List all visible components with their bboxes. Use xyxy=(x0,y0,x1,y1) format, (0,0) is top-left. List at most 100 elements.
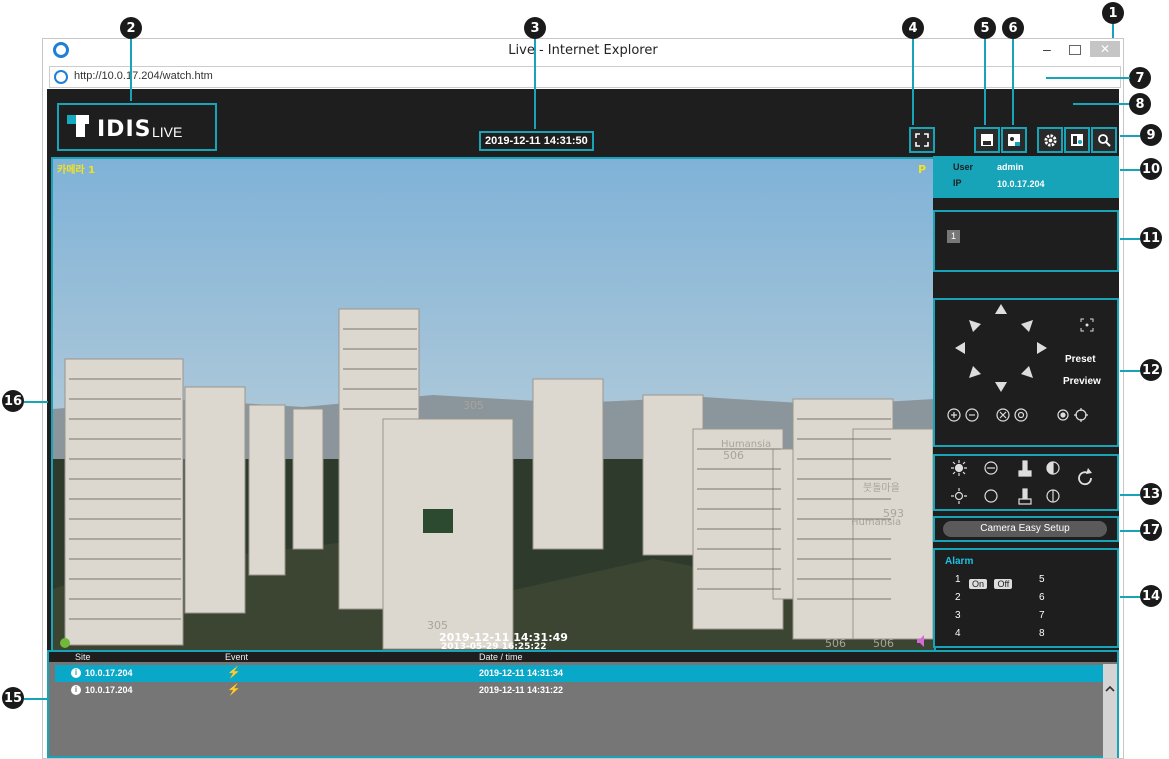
ptz-direction-pad[interactable] xyxy=(943,300,1063,396)
callout-line-6 xyxy=(1012,39,1014,125)
iris-close-icon[interactable] xyxy=(1014,408,1028,422)
save-icon xyxy=(981,134,993,146)
callout-line-7 xyxy=(1046,77,1130,79)
image-adjust-buttons xyxy=(951,460,1092,505)
alarm-2-label: 2 xyxy=(955,592,961,603)
saturation-up-icon[interactable] xyxy=(984,461,998,475)
ptz-zoom-bar xyxy=(947,408,1088,422)
building-sign-1: Humansia xyxy=(721,439,771,450)
preset-button[interactable]: Preset xyxy=(1065,354,1096,365)
callout-line-5 xyxy=(984,39,986,125)
ptz-down-right-arrow[interactable] xyxy=(1021,366,1033,378)
contrast-up-icon[interactable] xyxy=(1046,461,1060,475)
minimize-button[interactable]: – xyxy=(1043,41,1057,57)
fullscreen-icon xyxy=(915,133,929,147)
fullscreen-button[interactable] xyxy=(909,127,935,153)
current-time: 2019-12-11 14:31:50 xyxy=(479,131,594,151)
brightness-up-icon[interactable] xyxy=(951,460,967,476)
callout-17: 17 xyxy=(1140,519,1162,541)
layout-button[interactable] xyxy=(1064,127,1090,153)
user-value: admin xyxy=(997,162,1024,172)
event-row[interactable]: i 10.0.17.204 ⚡ 2019-12-11 14:31:22 xyxy=(55,682,1103,699)
ptz-down-left-arrow[interactable] xyxy=(969,366,981,378)
brightness-down-icon[interactable] xyxy=(951,488,967,504)
callout-5: 5 xyxy=(974,17,996,39)
site-column-header: Site xyxy=(75,652,91,662)
callout-line-15 xyxy=(24,698,48,700)
camera-video-view[interactable]: 305 305 506 593 506 506 Humansia Humansi… xyxy=(51,157,936,653)
save-button[interactable] xyxy=(974,127,1000,153)
snapshot-icon xyxy=(1008,134,1020,146)
user-label: User xyxy=(953,162,974,172)
callout-7: 7 xyxy=(1129,67,1151,89)
ip-label: IP xyxy=(953,178,962,188)
ip-value: 10.0.17.204 xyxy=(997,179,1045,189)
ptz-up-arrow[interactable] xyxy=(995,304,1007,314)
close-button[interactable]: ✕ xyxy=(1090,41,1120,57)
saturation-down-icon[interactable] xyxy=(984,489,998,503)
address-bar[interactable]: http://10.0.17.204/watch.htm xyxy=(49,66,1121,88)
ptz-focus-icon[interactable] xyxy=(1080,318,1094,332)
camera-list-item[interactable]: 1 xyxy=(947,230,960,243)
callout-16: 16 xyxy=(2,390,24,412)
focus-far-icon[interactable] xyxy=(1074,408,1088,422)
callout-1: 1 xyxy=(1102,2,1124,24)
layout-icon xyxy=(1071,134,1083,146)
alarm-7-label: 7 xyxy=(1039,610,1045,621)
callout-8: 8 xyxy=(1129,93,1151,115)
ptz-up-right-arrow[interactable] xyxy=(1021,320,1033,332)
alarm-3-label: 3 xyxy=(955,610,961,621)
ptz-up-left-arrow[interactable] xyxy=(969,320,981,332)
alarm-toggle[interactable]: On Off xyxy=(969,574,1013,592)
alarm-panel: Alarm 1 2 3 4 On Off 5 6 7 8 xyxy=(933,548,1119,648)
sharpness-down-icon[interactable] xyxy=(1018,488,1032,505)
callout-line-11 xyxy=(1120,238,1140,240)
event-date: 2019-12-11 14:31:22 xyxy=(479,685,564,695)
alarm-4-label: 4 xyxy=(955,628,961,639)
callout-13: 13 xyxy=(1140,483,1162,505)
camera-scene-image: 305 305 506 593 506 506 Humansia Humansi… xyxy=(53,159,934,652)
callout-3: 3 xyxy=(524,17,546,39)
building-sign-2: Humansia xyxy=(851,517,901,528)
ptz-right-arrow[interactable] xyxy=(1037,342,1047,354)
ptz-down-arrow[interactable] xyxy=(995,382,1007,392)
app-toolbar: IDIS LIVE 2019-12-11 14:31:50 xyxy=(47,89,1119,153)
refresh-icon[interactable] xyxy=(1078,468,1092,486)
event-site: 10.0.17.204 xyxy=(85,685,133,695)
date-column-header: Date / time xyxy=(479,652,523,662)
address-url[interactable]: http://10.0.17.204/watch.htm xyxy=(74,70,213,82)
ptz-left-arrow[interactable] xyxy=(955,342,965,354)
title-bar: Live - Internet Explorer – ✕ xyxy=(43,39,1123,63)
callout-line-14 xyxy=(1120,596,1140,598)
browser-window: Live - Internet Explorer – ✕ http://10.0… xyxy=(42,38,1124,759)
settings-button[interactable] xyxy=(1037,127,1063,153)
alarm-on-button[interactable]: On xyxy=(969,579,988,589)
camera-easy-setup-button[interactable]: Camera Easy Setup xyxy=(943,521,1107,537)
callout-line-12 xyxy=(1120,370,1140,372)
scroll-up-icon[interactable] xyxy=(1103,682,1117,696)
event-scrollbar[interactable] xyxy=(1103,664,1117,758)
focus-near-icon[interactable] xyxy=(1057,409,1069,421)
zoom-in-icon[interactable] xyxy=(947,408,961,422)
callout-10: 10 xyxy=(1140,158,1162,180)
callout-4: 4 xyxy=(902,17,924,39)
alarm-off-button[interactable]: Off xyxy=(994,579,1013,589)
callout-6: 6 xyxy=(1002,17,1024,39)
callout-9: 9 xyxy=(1140,124,1162,146)
user-info-panel: User admin IP 10.0.17.204 xyxy=(933,156,1119,198)
gear-icon xyxy=(1043,133,1057,147)
callout-line-16 xyxy=(24,401,48,403)
iris-open-icon[interactable] xyxy=(996,408,1010,422)
event-row[interactable]: i 10.0.17.204 ⚡ 2019-12-11 14:31:34 xyxy=(55,665,1103,682)
contrast-down-icon[interactable] xyxy=(1046,489,1060,503)
preview-button[interactable]: Preview xyxy=(1063,376,1101,387)
callout-line-8 xyxy=(1073,103,1129,105)
page-icon xyxy=(54,70,68,84)
snapshot-button[interactable] xyxy=(1001,127,1027,153)
building-number-1: 305 xyxy=(463,399,484,412)
maximize-button[interactable] xyxy=(1069,45,1081,55)
search-button[interactable] xyxy=(1091,127,1117,153)
callout-15: 15 xyxy=(2,687,24,709)
zoom-out-icon[interactable] xyxy=(965,408,979,422)
sharpness-up-icon[interactable] xyxy=(1018,460,1032,477)
